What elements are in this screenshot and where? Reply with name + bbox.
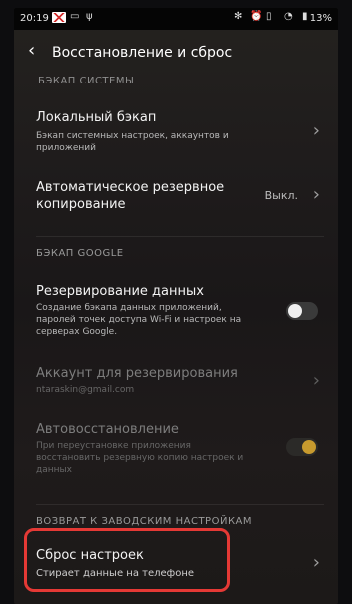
auto-restore-title: Автовосстановление [36, 422, 179, 437]
wifi-icon: ◔ [284, 11, 293, 22]
status-bar: 20:19 ▭ ψ ✻ ⏰ ▯ ◔ ▮ 13% [14, 8, 338, 30]
auto-restore-subtitle-2: восстановить резервную копию настроек и [36, 453, 244, 463]
chevron-right-icon: › [312, 552, 320, 573]
chevron-right-icon: › [312, 370, 320, 391]
data-backup-subtitle-1: Создание бэкапа данных приложений, [36, 303, 222, 313]
gmail-icon [52, 12, 66, 23]
auto-backup-title-2: копирование [36, 197, 126, 212]
auto-restore-toggle[interactable] [286, 438, 318, 456]
toggle-knob [288, 304, 302, 318]
reset-highlight-frame [24, 528, 230, 592]
section-google-backup: БЭКАП GOOGLE [36, 248, 124, 259]
screen: 20:19 ▭ ψ ✻ ⏰ ▯ ◔ ▮ 13% ‹ Восстановление… [14, 8, 338, 604]
data-backup-toggle[interactable] [286, 302, 318, 320]
backup-account-title: Аккаунт для резервирования [36, 366, 238, 381]
auto-backup-value: Выкл. [264, 189, 298, 202]
data-backup-title: Резервирование данных [36, 284, 204, 299]
divider [36, 504, 324, 505]
phone-frame: 20:19 ▭ ψ ✻ ⏰ ▯ ◔ ▮ 13% ‹ Восстановление… [0, 0, 352, 604]
alarm-icon: ⏰ [250, 11, 263, 22]
app-bar: ‹ Восстановление и сброс [14, 30, 338, 76]
usb-icon: ψ [86, 11, 93, 22]
backup-account-item[interactable]: Аккаунт для резервирования ntaraskin@gma… [14, 352, 338, 408]
backup-account-email: ntaraskin@gmail.com [36, 385, 135, 395]
data-backup-item[interactable]: Резервирование данных Создание бэкапа да… [14, 272, 338, 348]
bluetooth-icon: ✻ [234, 11, 243, 22]
auto-backup-title-1: Автоматическое резервное [36, 180, 225, 195]
chevron-right-icon: › [312, 120, 320, 141]
section-system-backup: БЭКАП СИСТЕМЫ [38, 76, 135, 83]
section-factory-reset: ВОЗВРАТ К ЗАВОДСКИМ НАСТРОЙКАМ [36, 516, 253, 527]
local-backup-subtitle-2: приложений [36, 143, 96, 153]
vibrate-icon: ▯ [266, 11, 272, 22]
toggle-knob [302, 440, 316, 454]
local-backup-subtitle-1: Бэкап системных настроек, аккаунтов и [36, 131, 229, 141]
page-title: Восстановление и сброс [52, 45, 233, 61]
data-backup-subtitle-3: серверах Google. [36, 327, 118, 337]
chevron-left-icon: ‹ [28, 40, 36, 61]
auto-restore-subtitle-3: данных [36, 465, 72, 475]
auto-restore-subtitle-1: При переустановке приложения [36, 441, 191, 451]
back-button[interactable]: ‹ [28, 40, 50, 64]
chat-icon: ▭ [70, 11, 80, 22]
battery-icon: ▮ [302, 11, 308, 22]
local-backup-title: Локальный бэкап [36, 110, 157, 125]
battery-percent: 13% [309, 13, 332, 24]
auto-backup-item[interactable]: Автоматическое резервное копирование Вык… [14, 164, 338, 222]
data-backup-subtitle-2: паролей точек доступа Wi-Fi и настроек н… [36, 315, 242, 325]
auto-restore-item[interactable]: Автовосстановление При переустановке при… [14, 412, 338, 492]
status-time: 20:19 [20, 13, 49, 24]
local-backup-item[interactable]: Локальный бэкап Бэкап системных настроек… [14, 88, 338, 162]
divider [36, 236, 324, 237]
chevron-right-icon: › [312, 184, 320, 205]
